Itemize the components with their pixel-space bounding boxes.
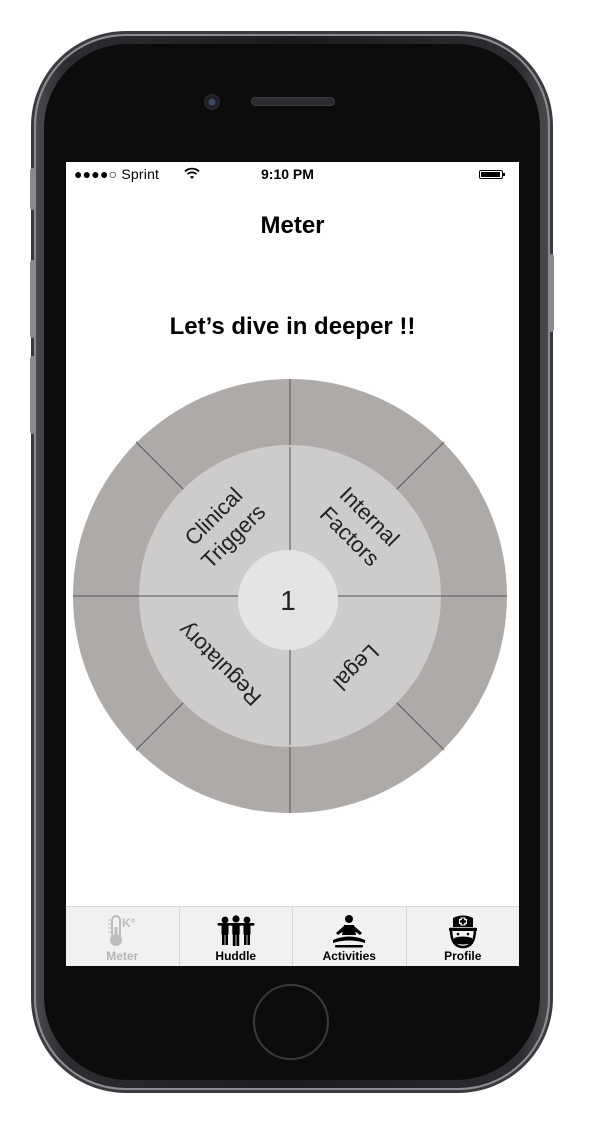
meditation-icon	[333, 915, 366, 948]
tab-label-huddle: Huddle	[215, 949, 257, 963]
tab-huddle[interactable]: Huddle	[178, 907, 293, 966]
tab-label-meter: Meter	[106, 949, 139, 963]
app-screen: ●●●●○ Sprint 9:10 PM Meter Let’s dive in…	[66, 162, 519, 966]
nurse-icon	[448, 915, 477, 949]
speaker-icon	[251, 97, 335, 106]
meter-badge: K°	[122, 916, 136, 930]
tab-bar: K° Meter Huddle Activities Profile	[66, 906, 519, 966]
thermometer-icon: K°	[108, 915, 136, 946]
meter-wheel: Clinical Triggers Internal Factors Legal…	[73, 379, 507, 813]
tab-label-activities: Activities	[322, 949, 376, 963]
tab-meter[interactable]: K° Meter	[66, 907, 179, 966]
camera-icon	[204, 94, 220, 110]
volume-down-button	[30, 356, 35, 434]
silent-switch	[30, 168, 35, 210]
power-button	[549, 254, 554, 332]
tab-label-profile: Profile	[444, 949, 482, 963]
home-button[interactable]	[253, 984, 329, 1060]
wheel-center-value: 1	[280, 585, 296, 616]
tab-profile[interactable]: Profile	[405, 907, 520, 966]
volume-up-button	[30, 260, 35, 338]
group-icon	[217, 915, 255, 946]
tab-activities[interactable]: Activities	[292, 907, 406, 966]
